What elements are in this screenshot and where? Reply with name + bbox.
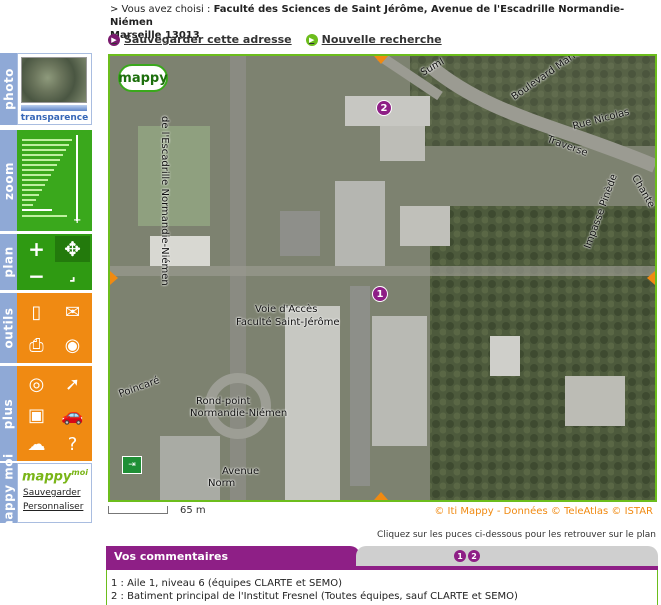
mobile-phone-icon[interactable]: ▯ xyxy=(20,297,53,327)
map-scale: 65 m xyxy=(108,505,278,520)
zoom-level[interactable] xyxy=(22,174,51,176)
zoom-level[interactable] xyxy=(22,204,33,206)
street-label: de l'Escadrille Normandie-Niémen xyxy=(159,116,170,286)
street-label: Rond-point xyxy=(196,396,251,407)
action-links: ▶ Sauvegarder cette adresse ▶ Nouvelle r… xyxy=(108,33,442,46)
zoom-current-level[interactable] xyxy=(22,209,52,211)
help-icon[interactable]: ? xyxy=(56,429,89,459)
comments-tab[interactable]: Vos commentaires xyxy=(106,546,350,566)
mappymoi-tab[interactable]: mappy moi xyxy=(0,453,17,533)
mappy-logo: mappy xyxy=(118,64,168,92)
comment-item: 2 : Batiment principal de l'Institut Fre… xyxy=(111,591,518,602)
zoom-level[interactable] xyxy=(22,184,45,186)
zoom-level[interactable] xyxy=(22,139,72,141)
email-icon[interactable]: ✉ xyxy=(56,297,89,327)
weather-icon[interactable]: ☁ xyxy=(20,429,53,459)
marker-bullet-1[interactable]: 1 xyxy=(454,550,466,562)
zoom-tab[interactable]: zoom xyxy=(0,130,17,231)
suitcase-icon[interactable]: ▣ xyxy=(20,400,53,430)
zoom-level[interactable] xyxy=(22,154,63,156)
zoom-in-icon[interactable]: + xyxy=(73,215,81,226)
zoom-slider[interactable]: + xyxy=(17,130,92,231)
mappymoi-logo: mappymoi xyxy=(22,468,88,485)
zoom-level[interactable] xyxy=(22,189,42,191)
pan-east-icon[interactable] xyxy=(647,271,655,285)
personalize-link[interactable]: Personnaliser xyxy=(23,502,83,512)
transparency-slider[interactable] xyxy=(21,105,87,111)
zoom-level[interactable] xyxy=(22,194,39,196)
zoom-level[interactable] xyxy=(22,169,54,171)
coins-icon[interactable]: ◉ xyxy=(56,330,89,360)
map-marker-2[interactable]: 2 xyxy=(376,100,392,116)
comments-list: 1 : Aile 1, niveau 6 (équipes CLARTE et … xyxy=(106,570,658,605)
save-address-label: Sauvegarder cette adresse xyxy=(124,33,292,46)
plan-section: plan + ✥ − ⌟ xyxy=(0,234,92,290)
photo-tab[interactable]: photo xyxy=(0,53,17,125)
street-label: Faculté Saint-Jérôme xyxy=(236,317,340,328)
new-search-link[interactable]: ▶ Nouvelle recherche xyxy=(305,33,442,46)
plus-section: plus ◎ ➚ ▣ 🚗 ☁ ? xyxy=(0,366,92,461)
pan-move-icon[interactable]: ✥ xyxy=(55,236,90,262)
outils-section: outils ▯ ✉ ⎙ ◉ xyxy=(0,293,92,363)
print-icon[interactable]: ⎙ xyxy=(20,330,53,360)
save-link[interactable]: Sauvegarder xyxy=(23,488,81,498)
street-label: Voie d'Accès xyxy=(255,304,318,315)
plus-tab[interactable]: plus xyxy=(0,366,17,461)
street-label: Normandie-Niémen xyxy=(190,408,288,419)
zoom-level[interactable] xyxy=(22,199,36,201)
play-bullet-icon: ▶ xyxy=(305,33,318,46)
street-label: Norm xyxy=(208,478,236,489)
photo-section: photo transparence xyxy=(0,53,92,125)
car-icon[interactable]: 🚗 xyxy=(56,400,89,430)
zoom-level[interactable] xyxy=(22,144,69,146)
outils-tab[interactable]: outils xyxy=(0,293,17,363)
comments-header: Vos commentaires 1 2 xyxy=(106,546,658,566)
marker-bar: 1 2 xyxy=(356,546,658,566)
play-bullet-icon: ▶ xyxy=(108,33,120,46)
save-address-link[interactable]: ▶ Sauvegarder cette adresse xyxy=(108,33,292,46)
map-copyright: © Iti Mappy - Données © TeleAtlas © ISTA… xyxy=(434,506,653,517)
zoom-level[interactable] xyxy=(22,149,66,151)
pan-west-icon[interactable] xyxy=(110,271,118,285)
street-label: Avenue xyxy=(222,466,260,477)
pan-south-icon[interactable] xyxy=(374,492,388,500)
exit-sign-icon: ⇥ xyxy=(122,456,142,474)
zoom-level[interactable] xyxy=(22,164,57,166)
map-view[interactable]: mappy 2 1 de l'Escadrille Normandie-Niém… xyxy=(108,54,657,502)
marker-hint: Cliquez sur les puces ci-dessous pour le… xyxy=(377,530,656,540)
target-icon[interactable]: ◎ xyxy=(20,369,53,399)
zoom-section: zoom + xyxy=(0,130,92,231)
zoom-level[interactable] xyxy=(22,159,60,161)
plan-tab[interactable]: plan xyxy=(0,234,17,290)
pan-north-icon[interactable] xyxy=(374,56,388,64)
scale-bar xyxy=(108,506,168,514)
zoom-in-button[interactable]: + xyxy=(19,236,54,262)
zoom-box-icon[interactable]: ⌟ xyxy=(55,263,90,289)
new-search-label: Nouvelle recherche xyxy=(321,33,442,46)
photo-thumbnail[interactable] xyxy=(21,57,87,103)
arrow-out-icon[interactable]: ➚ xyxy=(56,369,89,399)
header-prefix: > Vous avez choisi : xyxy=(110,4,211,15)
zoom-out-button[interactable]: − xyxy=(19,263,54,289)
zoom-axis xyxy=(76,135,78,221)
zoom-level[interactable] xyxy=(22,179,48,181)
marker-bullet-2[interactable]: 2 xyxy=(468,550,480,562)
transparency-label: transparence xyxy=(20,113,89,123)
scale-label: 65 m xyxy=(180,505,206,516)
comment-item: 1 : Aile 1, niveau 6 (équipes CLARTE et … xyxy=(111,578,343,589)
zoom-level[interactable] xyxy=(22,215,67,217)
mappymoi-section: mappy moi mappymoi Sauvegarder Personnal… xyxy=(0,453,92,533)
map-marker-1[interactable]: 1 xyxy=(372,286,388,302)
